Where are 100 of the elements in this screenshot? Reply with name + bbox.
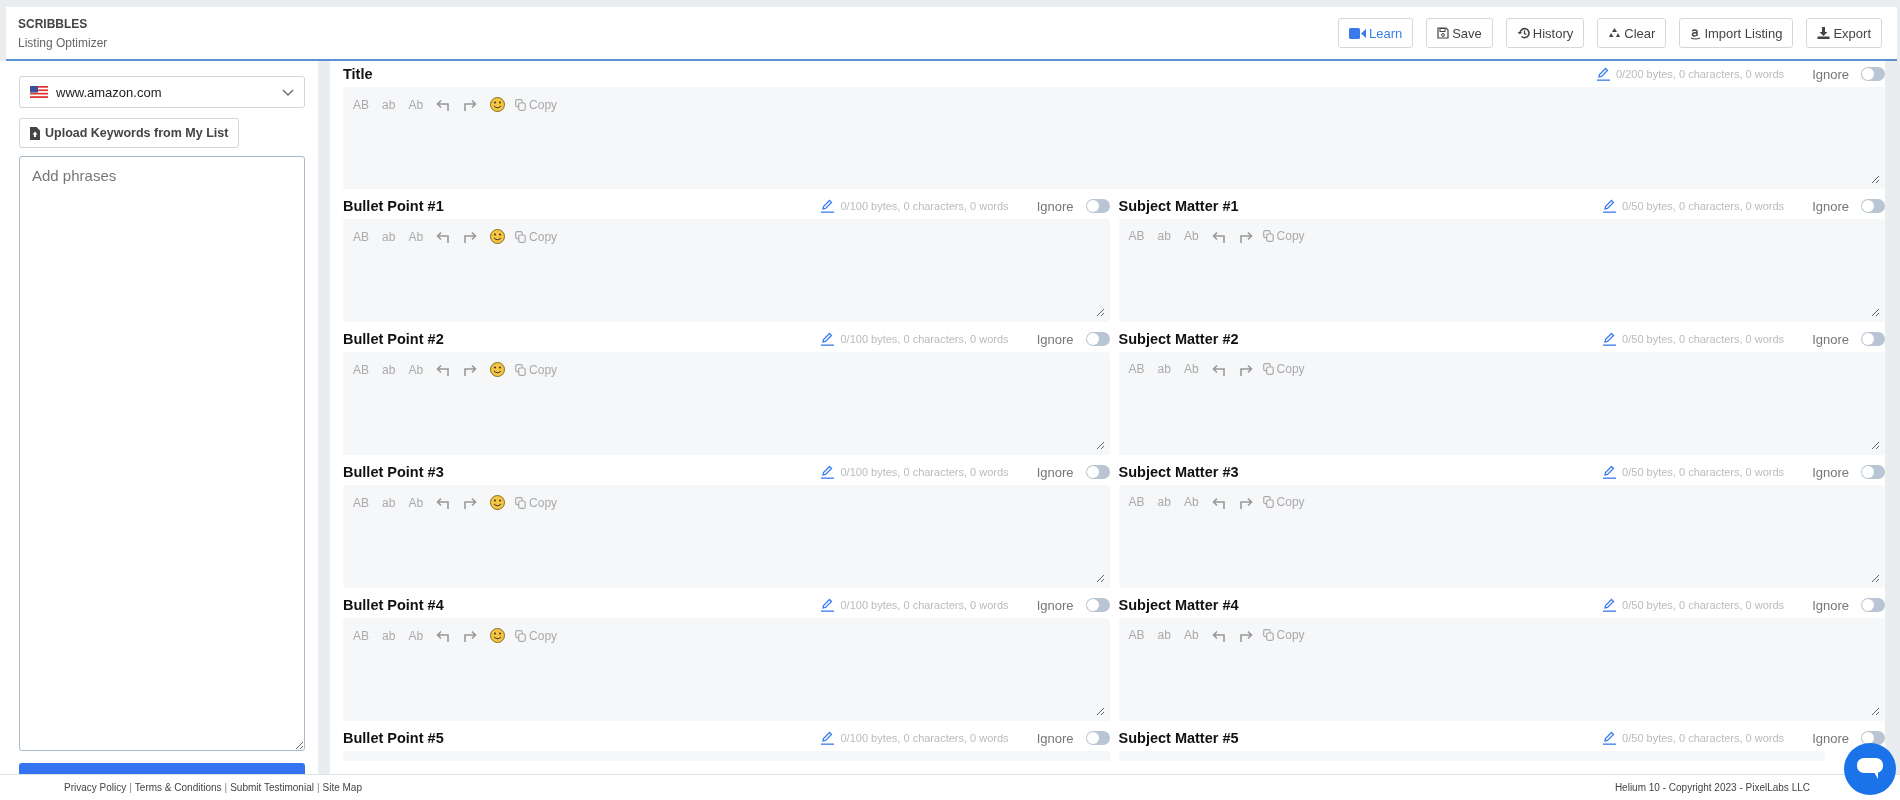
case-button[interactable]: Ab [408,628,424,643]
upload-keywords-button[interactable]: Upload Keywords from My List [19,118,240,148]
text-editor[interactable]: AB ab Ab Copy [343,485,1110,588]
pencil-icon[interactable] [1596,67,1610,81]
footer-link[interactable]: Submit Testimonial [230,782,314,793]
ignore-toggle[interactable] [1861,199,1885,213]
resize-grip-icon[interactable] [1095,707,1104,715]
case-button[interactable]: AB [1128,362,1145,376]
text-editor[interactable]: AB ab Ab Copy [343,87,1885,189]
copy-button[interactable]: Copy [515,229,558,244]
undo-icon[interactable] [436,98,451,111]
text-editor[interactable]: AB ab Ab Copy [343,219,1110,322]
case-button[interactable]: ab [382,97,396,112]
undo-icon[interactable] [436,629,451,642]
resize-grip-icon[interactable] [1871,707,1879,715]
ignore-toggle[interactable] [1085,465,1110,479]
ignore-toggle[interactable] [1085,731,1110,745]
copy-button[interactable]: Copy [1262,628,1305,642]
pencil-icon[interactable] [1603,598,1617,612]
ignore-toggle[interactable] [1085,598,1110,612]
resize-grip-icon[interactable] [1871,441,1879,449]
learn-button[interactable]: Learn [1337,18,1414,48]
clear-button[interactable]: Clear [1597,18,1667,48]
copy-button[interactable]: Copy [1262,229,1305,243]
text-editor[interactable]: AB ab Ab Copy [1118,219,1885,322]
redo-icon[interactable] [463,98,478,111]
redo-icon[interactable] [463,363,478,376]
pencil-icon[interactable] [1603,332,1617,346]
case-button[interactable]: ab [382,495,396,510]
footer-link[interactable]: Site Map [322,782,362,793]
case-button[interactable]: Ab [1183,229,1199,243]
text-editor[interactable]: AB ab Ab Copy [1118,485,1885,588]
marketplace-select[interactable]: www.amazon.com [19,76,305,108]
redo-icon[interactable] [463,496,478,509]
case-button[interactable]: AB [353,229,369,244]
case-button[interactable]: AB [353,495,369,510]
copy-button[interactable]: Copy [515,495,558,510]
copy-button[interactable]: Copy [515,362,558,377]
text-editor[interactable]: AB ab Ab Copy [343,618,1110,721]
case-button[interactable]: AB [1128,495,1145,509]
case-button[interactable]: ab [382,628,396,643]
undo-icon[interactable] [436,230,451,243]
pencil-icon[interactable] [821,598,835,612]
smiley-icon[interactable] [490,628,506,643]
text-editor[interactable]: AB ab Ab Copy [343,352,1110,455]
undo-icon[interactable] [436,363,451,376]
footer-link[interactable]: Privacy Policy [64,782,127,793]
ignore-toggle[interactable] [1085,199,1110,213]
case-button[interactable]: AB [1128,229,1145,243]
case-button[interactable]: Ab [408,495,424,510]
pencil-icon[interactable] [1603,465,1617,479]
smiley-icon[interactable] [490,97,506,112]
ignore-toggle[interactable] [1085,332,1110,346]
copy-button[interactable]: Copy [515,628,558,643]
redo-icon[interactable] [463,629,478,642]
case-button[interactable]: AB [353,97,369,112]
redo-icon[interactable] [1238,628,1253,642]
text-editor[interactable]: AB ab Ab Copy [1118,618,1885,721]
case-button[interactable]: Ab [1183,495,1199,509]
redo-icon[interactable] [1238,495,1253,509]
pencil-icon[interactable] [821,199,835,213]
case-button[interactable]: AB [353,362,369,377]
case-button[interactable]: ab [1157,229,1171,243]
case-button[interactable]: ab [382,362,396,377]
import-button[interactable]: Import Listing [1679,18,1794,48]
undo-icon[interactable] [1211,628,1226,642]
resize-grip-icon[interactable] [1871,308,1879,316]
copy-button[interactable]: Copy [515,97,558,112]
case-button[interactable]: Ab [1183,362,1199,376]
text-editor[interactable]: AB ab Ab Copy [1118,352,1885,455]
case-button[interactable]: AB [353,628,369,643]
case-button[interactable]: Ab [1183,628,1199,642]
smiley-icon[interactable] [490,495,506,510]
case-button[interactable]: Ab [408,362,424,377]
smiley-icon[interactable] [490,229,506,244]
copy-button[interactable]: Copy [1262,362,1305,376]
case-button[interactable]: ab [1157,628,1171,642]
case-button[interactable]: ab [1157,362,1171,376]
case-button[interactable]: Ab [408,97,424,112]
save-button[interactable]: Save [1426,18,1493,48]
redo-icon[interactable] [1238,229,1253,243]
history-button[interactable]: History [1505,18,1585,48]
undo-icon[interactable] [1211,495,1226,509]
resize-grip-icon[interactable] [1871,574,1879,582]
case-button[interactable]: ab [382,229,396,244]
resize-grip-icon[interactable] [1095,574,1104,582]
ignore-toggle[interactable] [1861,731,1885,745]
pencil-icon[interactable] [1603,731,1617,745]
resize-grip-icon[interactable] [1095,441,1104,449]
ignore-toggle[interactable] [1861,67,1885,81]
case-button[interactable]: AB [1128,628,1145,642]
pencil-icon[interactable] [821,332,835,346]
ignore-toggle[interactable] [1861,332,1885,346]
ignore-toggle[interactable] [1861,465,1885,479]
pencil-icon[interactable] [1603,199,1617,213]
export-button[interactable]: Export [1806,18,1882,48]
resize-grip-icon[interactable] [1095,308,1104,316]
redo-icon[interactable] [463,230,478,243]
redo-icon[interactable] [1238,362,1253,376]
smiley-icon[interactable] [490,362,506,377]
